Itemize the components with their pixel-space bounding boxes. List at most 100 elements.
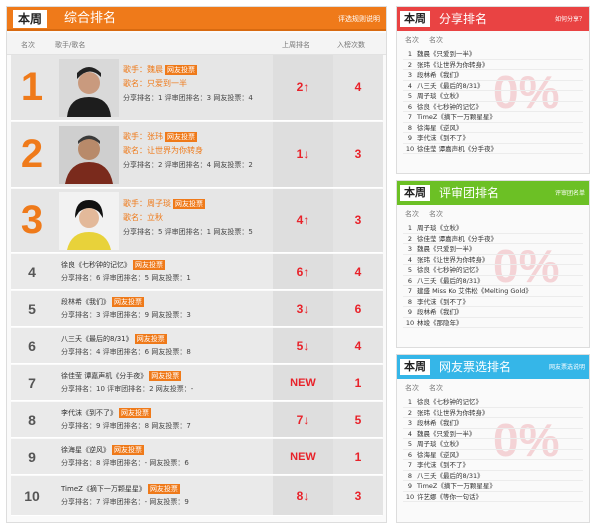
list-item-label: 徐海星《逆风》 xyxy=(417,123,463,132)
list-item[interactable]: 8 李代沫《到不了》 xyxy=(403,297,583,307)
song-name[interactable]: 歌名：让世界为你转身 xyxy=(123,144,273,158)
singer-photo[interactable] xyxy=(59,126,119,184)
table-row[interactable]: 1 歌手：魏晨 网友投票 歌名：只爱到一半 分享排名：1 评审团排名：3 网友投票… xyxy=(11,55,383,121)
rank-stats: 分享排名：9 评审团排名：8 网友投票：7 xyxy=(61,422,191,430)
share-ranking-panel: 本周 分享排名 如何分享？ 名次 名次 0% 1 魏晨《只爱到一半》 2 张玮《让世… xyxy=(396,6,590,174)
chart-count: 3 xyxy=(354,147,362,161)
last-week-rank: 2↑ xyxy=(296,80,310,94)
how-to-share-link[interactable]: 如何分享？ xyxy=(555,15,585,25)
list-item-label: 徐良《七秒钟的记忆》 xyxy=(417,266,482,274)
list-item-label: 周子琰《立秋》 xyxy=(417,224,463,232)
song-title[interactable]: 徐良《七秒钟的记忆》 xyxy=(61,261,131,269)
singer-photo[interactable] xyxy=(59,192,119,250)
list-item[interactable]: 7 李代沫《到不了》 xyxy=(403,460,583,471)
table-row[interactable]: 10 TimeZ《摘下一万颗星星》 网友投票 分享排名：7 评审团排名：- 网友投… xyxy=(11,476,383,516)
list-item-label: 许艺娜《等你一句话》 xyxy=(417,492,482,501)
list-item-label: 周子琰《立秋》 xyxy=(417,92,463,100)
vote-badge[interactable]: 网友投票 xyxy=(134,334,167,344)
jury-ranking-panel: 本周 评审团排名 评审团名单 名次 名次 0% 1 周子琰《立秋》 2 徐佳莹 谭嘉… xyxy=(396,180,590,348)
rules-link[interactable]: 评选规则说明 xyxy=(338,14,380,24)
list-item[interactable]: 6 徐海星《逆风》 xyxy=(403,450,583,460)
table-row[interactable]: 2 歌手：张玮 网友投票 歌名：让世界为你转身 分享排名：2 评审团排名：4 网友… xyxy=(11,122,383,188)
list-item[interactable]: 4 张玮《让世界为你转身》 xyxy=(403,255,583,265)
vote-badge[interactable]: 网友投票 xyxy=(165,65,197,75)
list-item-label: 八三夭《最后的8/31》 xyxy=(417,81,484,90)
song-title[interactable]: 段林希《我们》 xyxy=(61,298,110,306)
song-info: 歌手：张玮 网友投票 歌名：让世界为你转身 分享排名：2 评审团排名：4 网友投票… xyxy=(123,130,273,172)
list-item[interactable]: 9 段林希《我们》 xyxy=(403,307,583,318)
song-name[interactable]: 歌名：只爱到一半 xyxy=(123,77,273,91)
list-item[interactable]: 3 魏晨《只爱到一半》 xyxy=(403,244,583,255)
singer-name[interactable]: 歌手：周子琰 xyxy=(123,199,171,208)
list-item[interactable]: 2 徐佳莹 谭嘉声机《分手夜》 xyxy=(403,234,583,244)
list-item-label: TimeZ《摘下一万颗星星》 xyxy=(417,482,496,490)
chart-count: 6 xyxy=(354,302,362,316)
list-item-label: 八三夭《最后的8/31》 xyxy=(417,471,484,480)
list-item[interactable]: 1 魏晨《只爱到一半》 xyxy=(403,49,583,60)
list-item[interactable]: 7 TimeZ《摘下一万颗星星》 xyxy=(403,112,583,123)
singer-name[interactable]: 歌手：张玮 xyxy=(123,132,163,141)
list-item[interactable]: 10 徐佳莹 谭嘉声机《分手夜》 xyxy=(403,144,583,154)
list-item-label: 段林希《我们》 xyxy=(417,419,463,427)
list-item[interactable]: 6 八三夭《最后的8/31》 xyxy=(403,276,583,286)
table-row[interactable]: 5 段林希《我们》 网友投票 分享排名：3 评审团排名：9 网友投票：3 3↓ 6 xyxy=(11,291,383,327)
vote-badge[interactable]: 网友投票 xyxy=(112,445,144,455)
table-row[interactable]: 8 李代沫《到不了》 网友投票 分享排名：9 评审团排名：8 网友投票：7 7↓ … xyxy=(11,402,383,438)
jury-list-link[interactable]: 评审团名单 xyxy=(555,189,585,199)
table-row[interactable]: 6 八三夭《最后的8/31》 网友投票 分享排名：4 评审团排名：6 网友投票：8… xyxy=(11,328,383,364)
list-item[interactable]: 10 许艺娜《等你一句话》 xyxy=(403,492,583,502)
list-item-label: 徐良《七秒钟的记忆》 xyxy=(417,398,482,406)
singer-name[interactable]: 歌手：魏晨 xyxy=(123,65,163,74)
vote-badge[interactable]: 网友投票 xyxy=(112,297,144,307)
rank-number: 9 xyxy=(28,448,36,465)
song-name[interactable]: 歌名：立秋 xyxy=(123,211,273,225)
fan-vote-info-link[interactable]: 网友票选说明 xyxy=(549,363,585,373)
list-item[interactable]: 4 魏晨《只爱到一半》 xyxy=(403,429,583,439)
col-rank: 名次 xyxy=(21,41,35,49)
song-title[interactable]: 李代沫《到不了》 xyxy=(61,409,117,417)
jury-ranking-header: 本周 评审团排名 评审团名单 xyxy=(397,181,589,205)
rank-stats: 分享排名：6 评审团排名：5 网友投票：1 xyxy=(61,274,191,282)
list-item[interactable]: 3 段林希《我们》 xyxy=(403,418,583,429)
rank-number: 1 xyxy=(20,65,44,109)
singer-photo[interactable] xyxy=(59,59,119,117)
table-row[interactable]: 9 徐海星《逆风》 网友投票 分享排名：8 评审团排名：- 网友投票：6 NEW … xyxy=(11,439,383,475)
list-item[interactable]: 9 李代沫《到不了》 xyxy=(403,133,583,144)
vote-badge[interactable]: 网友投票 xyxy=(173,199,205,209)
rank-stats: 分享排名：3 评审团排名：9 网友投票：3 xyxy=(61,311,191,319)
song-title[interactable]: 徐佳莹 谭嘉声机《分手夜》 xyxy=(61,372,147,380)
list-item[interactable]: 10 林竣《那隐年》 xyxy=(403,318,583,328)
list-item[interactable]: 5 徐良《七秒钟的记忆》 xyxy=(403,265,583,276)
list-item[interactable]: 5 周子琰《立秋》 xyxy=(403,91,583,102)
list-item[interactable]: 5 周子琰《立秋》 xyxy=(403,439,583,450)
list-item[interactable]: 9 TimeZ《摘下一万颗星星》 xyxy=(403,481,583,492)
col-last-week: 上周排名 xyxy=(282,41,310,49)
list-item[interactable]: 6 徐良《七秒钟的记忆》 xyxy=(403,102,583,112)
vote-badge[interactable]: 网友投票 xyxy=(119,408,151,418)
share-ranking-header: 本周 分享排名 如何分享？ xyxy=(397,7,589,31)
list-item[interactable]: 2 张玮《让世界为你转身》 xyxy=(403,408,583,418)
list-item[interactable]: 3 段林希《我们》 xyxy=(403,70,583,81)
list-item[interactable]: 4 八三夭《最后的8/31》 xyxy=(403,81,583,91)
table-row[interactable]: 3 歌手：周子琰 网友投票 歌名：立秋 分享排名：5 评审团排名：1 网友投票：5… xyxy=(11,189,383,253)
vote-badge[interactable]: 网友投票 xyxy=(147,484,180,494)
list-item[interactable]: 8 徐海星《逆风》 xyxy=(403,123,583,133)
song-title[interactable]: TimeZ《摘下一万颗星星》 xyxy=(61,485,146,493)
song-title[interactable]: 八三夭《最后的8/31》 xyxy=(61,335,133,343)
table-row[interactable]: 4 徐良《七秒钟的记忆》 网友投票 分享排名：6 评审团排名：5 网友投票：1 6… xyxy=(11,254,383,290)
table-row[interactable]: 7 徐佳莹 谭嘉声机《分手夜》 网友投票 分享排名：10 评审团排名：2 网友投票… xyxy=(11,365,383,401)
list-item-label: 建盛 Miss Ko 艾伟松《Melting Gold》 xyxy=(417,287,532,295)
list-item[interactable]: 7 建盛 Miss Ko 艾伟松《Melting Gold》 xyxy=(403,286,583,297)
week-tag: 本周 xyxy=(400,185,430,201)
list-item[interactable]: 1 徐良《七秒钟的记忆》 xyxy=(403,397,583,408)
vote-badge[interactable]: 网友投票 xyxy=(133,260,165,270)
song-title[interactable]: 徐海星《逆风》 xyxy=(61,446,110,454)
chart-count: 4 xyxy=(354,265,362,279)
vote-badge[interactable]: 网友投票 xyxy=(165,132,197,142)
list-item[interactable]: 2 张玮《让世界为你转身》 xyxy=(403,60,583,70)
chart-count: 5 xyxy=(354,413,362,427)
list-item-label: 魏晨《只爱到一半》 xyxy=(417,245,476,253)
vote-badge[interactable]: 网友投票 xyxy=(149,371,182,381)
list-item[interactable]: 1 周子琰《立秋》 xyxy=(403,223,583,234)
list-item[interactable]: 8 八三夭《最后的8/31》 xyxy=(403,471,583,481)
